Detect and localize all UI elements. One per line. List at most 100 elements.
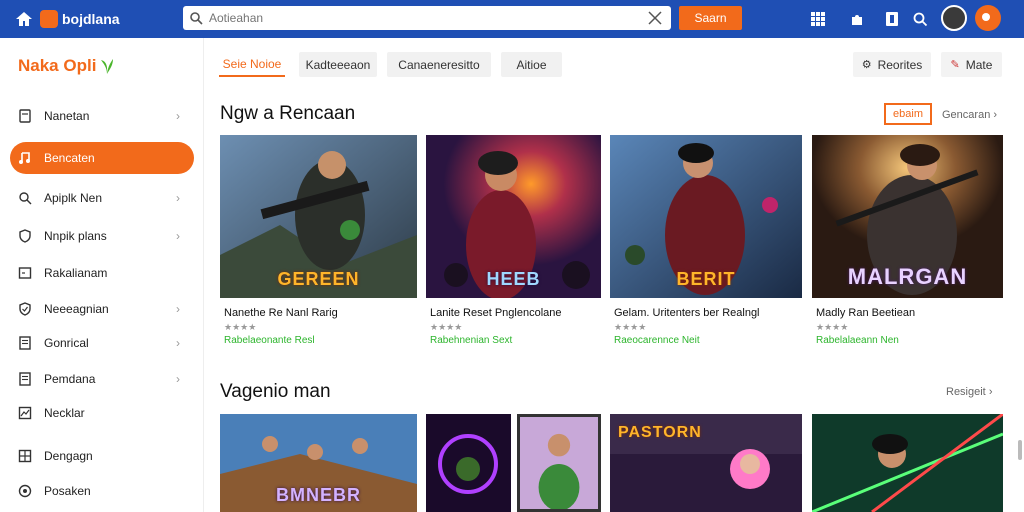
game-name[interactable]: Madly Ran Beetiean bbox=[816, 307, 915, 319]
game-rating: ★★★★ bbox=[816, 322, 849, 332]
puzzle-icon[interactable] bbox=[847, 9, 867, 29]
game-name[interactable]: Gelam. Uritenters ber Realngl bbox=[614, 307, 760, 319]
settings-icon bbox=[18, 484, 32, 498]
page-icon bbox=[18, 109, 32, 123]
home-icon bbox=[16, 12, 32, 26]
game-card-small[interactable] bbox=[426, 414, 511, 512]
game-card[interactable]: GEREEN Nanethe Re Nanl Rarig ★★★★ Rabela… bbox=[220, 135, 417, 346]
shield-check-icon bbox=[18, 302, 32, 316]
see-more-link[interactable]: Gencaran › bbox=[942, 109, 997, 121]
clear-icon[interactable] bbox=[647, 10, 663, 26]
game-thumbnail[interactable]: GEREEN bbox=[220, 135, 417, 298]
doc-icon bbox=[18, 372, 32, 386]
sidebar-item-label: Posaken bbox=[44, 484, 91, 498]
shield-icon bbox=[18, 229, 32, 243]
tab-1[interactable]: Kadteeeaon bbox=[299, 52, 377, 77]
game-card[interactable]: HEEB Lanite Reset Pnglencolane ★★★★ Rabe… bbox=[426, 135, 601, 346]
game-card-small[interactable] bbox=[517, 414, 601, 512]
app-logo[interactable]: bojdlana bbox=[14, 7, 120, 31]
game-rating: ★★★★ bbox=[224, 322, 257, 332]
game-card[interactable]: BERIT Gelam. Uritenters ber Realngl ★★★★… bbox=[610, 135, 802, 346]
grid-icon[interactable] bbox=[808, 9, 828, 29]
logo-text: bojdlana bbox=[62, 11, 120, 27]
tab-2[interactable]: Canaeneresitto bbox=[387, 52, 491, 77]
music-icon bbox=[18, 151, 32, 165]
edit-icon: ✎ bbox=[950, 59, 960, 71]
game-thumbnail[interactable]: MALRGAN bbox=[812, 135, 1003, 298]
game-tag: Rabehnenian Sext bbox=[430, 335, 513, 346]
section-title-2: Vagenio man bbox=[220, 381, 331, 402]
game-card-small[interactable] bbox=[812, 414, 1003, 512]
reorder-button[interactable]: ⚙ Reorites bbox=[853, 52, 931, 77]
chevron-right-icon: › bbox=[988, 386, 993, 398]
thumb-title: MALRGAN bbox=[847, 264, 968, 289]
game-tag: Raeocarennce Neit bbox=[614, 335, 700, 346]
sidebar-item-9[interactable]: Dengagn bbox=[10, 440, 194, 472]
chevron-right-icon: › bbox=[993, 109, 998, 121]
box-icon bbox=[18, 266, 32, 280]
sidebar-item-label: Nnpik plans bbox=[44, 229, 107, 243]
tab-3[interactable]: Aitioe bbox=[501, 52, 562, 77]
section-title: Ngw a Rencaan bbox=[220, 103, 356, 124]
search-input[interactable] bbox=[209, 11, 629, 25]
game-card-small[interactable]: BMNEBR bbox=[220, 414, 417, 512]
bookmark-icon[interactable] bbox=[882, 9, 902, 29]
sidebar-item-10[interactable]: Posaken bbox=[10, 475, 194, 507]
game-tag: Rabelalaeann Nen bbox=[816, 335, 899, 346]
sidebar-item-5[interactable]: Neeeagnian › bbox=[10, 293, 194, 325]
search-top-icon[interactable] bbox=[910, 9, 930, 29]
see-more-link-2[interactable]: Resigeit › bbox=[946, 386, 992, 398]
user-avatar[interactable] bbox=[941, 5, 967, 31]
scrollbar-thumb[interactable] bbox=[1018, 440, 1022, 460]
notification-icon[interactable] bbox=[975, 5, 1001, 31]
game-thumbnail[interactable]: HEEB bbox=[426, 135, 601, 298]
sidebar-item-label: Nanetan bbox=[44, 109, 90, 123]
sidebar-item-4[interactable]: Rakalianam bbox=[10, 257, 194, 289]
sidebar-item-label: Neeeagnian bbox=[44, 302, 109, 316]
tab-0[interactable]: Seie Noioe bbox=[219, 52, 285, 77]
thumb-title: HEEB bbox=[486, 269, 541, 289]
top-bar: bojdlana Saarn bbox=[0, 0, 1024, 38]
chevron-right-icon: › bbox=[176, 372, 180, 386]
doc-icon bbox=[18, 336, 32, 350]
game-card[interactable]: MALRGAN Madly Ran Beetiean ★★★★ Rabelala… bbox=[812, 135, 1003, 346]
grid-icon bbox=[18, 449, 32, 463]
sidebar-item-label: Dengagn bbox=[44, 449, 93, 463]
game-rating: ★★★★ bbox=[614, 322, 647, 332]
chevron-right-icon: › bbox=[176, 229, 180, 243]
chart-icon bbox=[18, 406, 32, 420]
sidebar-item-label: Bencaten bbox=[44, 151, 95, 165]
thumb-title: PASTORN bbox=[618, 424, 702, 441]
game-tag: Rabelaeonante Resl bbox=[224, 335, 315, 346]
chevron-right-icon: › bbox=[176, 336, 180, 350]
logo-mark-icon bbox=[40, 10, 58, 28]
sidebar-item-0[interactable]: Nanetan › bbox=[10, 100, 194, 132]
mute-button[interactable]: ✎ Mate bbox=[941, 52, 1002, 77]
filter-button[interactable]: ebaim bbox=[884, 103, 932, 125]
game-name[interactable]: Nanethe Re Nanl Rarig bbox=[224, 307, 338, 319]
sidebar-item-6[interactable]: Gonrical › bbox=[10, 327, 194, 359]
sidebar-item-7[interactable]: Pemdana › bbox=[10, 363, 194, 395]
sidebar-item-3[interactable]: Nnpik plans › bbox=[10, 220, 194, 252]
search-icon bbox=[190, 12, 203, 25]
search-icon bbox=[18, 191, 32, 205]
thumb-title: GEREEN bbox=[277, 269, 360, 289]
sidebar-item-label: Gonrical bbox=[44, 336, 89, 350]
chevron-right-icon: › bbox=[176, 302, 180, 316]
leaf-icon bbox=[101, 59, 114, 74]
sidebar-item-label: Rakalianam bbox=[44, 266, 108, 280]
sidebar-item-1[interactable]: Bencaten bbox=[10, 142, 194, 174]
game-name[interactable]: Lanite Reset Pnglencolane bbox=[430, 307, 561, 319]
sidebar-item-2[interactable]: Apiplk Nen › bbox=[10, 182, 194, 214]
sidebar-item-8[interactable]: Necklar bbox=[10, 397, 194, 429]
search-button[interactable]: Saarn bbox=[679, 6, 742, 30]
game-thumbnail[interactable]: BERIT bbox=[610, 135, 802, 298]
reorder-icon: ⚙ bbox=[861, 59, 872, 71]
search-bar[interactable] bbox=[183, 6, 671, 30]
game-rating: ★★★★ bbox=[430, 322, 463, 332]
chevron-right-icon: › bbox=[176, 191, 180, 205]
chevron-right-icon: › bbox=[176, 109, 180, 123]
game-card-small[interactable]: PASTORN bbox=[610, 414, 802, 512]
sidebar-item-label: Apiplk Nen bbox=[44, 191, 103, 205]
thumb-title: BMNEBR bbox=[276, 485, 361, 505]
